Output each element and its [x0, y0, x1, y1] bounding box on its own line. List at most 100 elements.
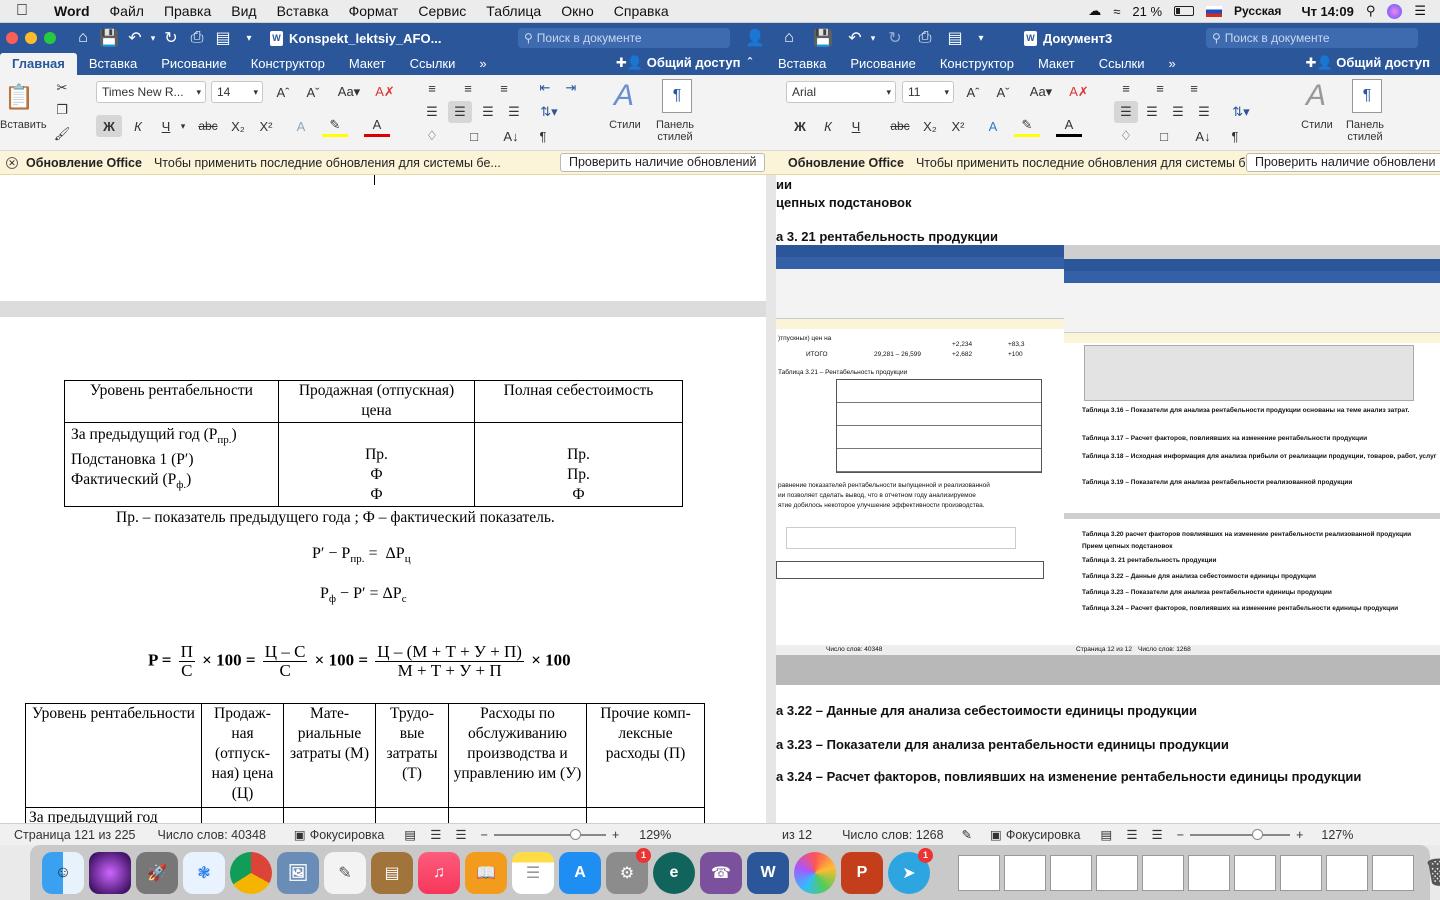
save-icon[interactable]: 💾 [810, 28, 836, 48]
bold-button[interactable]: Ж [96, 115, 122, 137]
viber-icon[interactable]: ☎ [700, 851, 742, 894]
focus-mode-icon[interactable]: ▣ [990, 827, 1002, 842]
subscript-button[interactable]: X₂ [918, 115, 942, 137]
telegram-icon[interactable]: ➤ 1 [888, 847, 933, 894]
print-layout-icon[interactable]: ▤ [404, 827, 416, 842]
styles-pane-label-2[interactable]: Панель стилей [1338, 119, 1392, 143]
minimized-window[interactable] [1050, 854, 1092, 891]
trash-icon[interactable]: 🗑 [1419, 852, 1440, 894]
tab-home[interactable]: Главная [0, 53, 77, 75]
minimized-window[interactable] [1372, 854, 1414, 891]
align-center-icon[interactable]: ☰ [448, 101, 472, 123]
minimized-window[interactable] [1188, 854, 1230, 891]
clear-formatting-icon[interactable]: A✗ [372, 81, 398, 103]
close-window-icon[interactable] [6, 32, 18, 44]
font-size-select-2[interactable]: 11 ▾ [902, 81, 954, 103]
focus-mode-label[interactable]: Фокусировка [310, 828, 385, 842]
tab-design-2[interactable]: Конструктор [928, 53, 1026, 75]
menu-file[interactable]: Файл [100, 3, 154, 19]
launchpad-icon[interactable]: 🚀 [136, 851, 178, 894]
search-icon[interactable]: ⚲ [1366, 3, 1376, 19]
minimized-window[interactable] [1142, 854, 1184, 891]
justify-icon[interactable]: ☰ [1192, 101, 1216, 123]
input-language[interactable]: Русская [1234, 4, 1281, 18]
align-right-icon[interactable]: ☰ [1166, 101, 1190, 123]
app-store-icon[interactable]: A [559, 851, 601, 894]
styles-pane-label[interactable]: Панель стилей [648, 119, 702, 143]
tab-insert[interactable]: Вставка [77, 53, 149, 75]
align-center-icon[interactable]: ☰ [1140, 101, 1164, 123]
cut-icon[interactable]: ✂ [52, 77, 72, 99]
zoom-slider-2[interactable] [1190, 828, 1291, 840]
minimized-window[interactable] [1280, 854, 1322, 891]
focus-mode-label-2[interactable]: Фокусировка [1006, 828, 1081, 842]
paste-icon[interactable]: 📋 [4, 81, 34, 113]
safari-icon[interactable]: ❃ [183, 851, 225, 894]
page-count-2[interactable]: из 12 [782, 828, 812, 842]
print-icon[interactable]: ⎙ [912, 29, 938, 47]
superscript-button[interactable]: X² [254, 115, 278, 137]
font-size-select[interactable]: 14 ▾ [211, 81, 263, 103]
document-search-2[interactable]: ⚲ Поиск в документе [1206, 28, 1418, 48]
minimized-window[interactable] [958, 854, 1000, 891]
dismiss-notification-icon[interactable]: ✕ [6, 156, 18, 169]
apple-icon[interactable]:  [0, 2, 44, 20]
document-search[interactable]: ⚲ Поиск в документе [518, 28, 730, 48]
menu-view[interactable]: Вид [221, 3, 266, 19]
zoom-out-icon[interactable]: − [481, 828, 488, 842]
zoom-out-icon[interactable]: − [1177, 828, 1184, 842]
numbering-icon[interactable]: ≡ [1148, 77, 1172, 99]
text-effects-icon[interactable]: A [980, 115, 1006, 137]
minimized-window[interactable] [1096, 854, 1138, 891]
highlight-icon[interactable]: ✎ [322, 115, 348, 137]
siri-icon[interactable] [1387, 3, 1403, 19]
word-dock-icon[interactable]: W [747, 851, 789, 894]
menu-window[interactable]: Окно [551, 3, 604, 19]
tab-insert-2[interactable]: Вставка [776, 53, 838, 75]
align-left-icon[interactable]: ☰ [1114, 101, 1138, 123]
shrink-font-icon[interactable]: Aˇ [990, 81, 1016, 103]
undo-icon[interactable]: ↶ [122, 28, 148, 48]
word-count-2[interactable]: Число слов: 1268 [842, 828, 943, 842]
zoom-in-icon[interactable]: + [1296, 828, 1303, 842]
clear-formatting-icon[interactable]: A✗ [1066, 81, 1092, 103]
shrink-font-icon[interactable]: Aˇ [300, 81, 326, 103]
print-icon[interactable]: ⎙ [184, 29, 210, 47]
font-name-select[interactable]: Times New R... ▾ [96, 81, 206, 103]
grow-font-icon[interactable]: Aˆ [270, 81, 296, 103]
borders-icon[interactable]: □ [1152, 125, 1176, 147]
multilevel-list-icon[interactable]: ≡ [492, 77, 516, 99]
line-spacing-icon[interactable]: ⇅▾ [1226, 101, 1256, 123]
tab-draw-2[interactable]: Рисование [838, 53, 927, 75]
sort-icon[interactable]: A↓ [1192, 125, 1214, 147]
powerpoint-dock-icon[interactable]: P [841, 851, 883, 894]
undo-dropdown-icon[interactable]: ▾ [148, 33, 158, 44]
more-tabs-icon[interactable]: » [1157, 53, 1188, 75]
multilevel-list-icon[interactable]: ≡ [1182, 77, 1206, 99]
justify-icon[interactable]: ☰ [502, 101, 526, 123]
styles-pane-icon[interactable]: ¶ [1352, 79, 1382, 113]
notebook-icon[interactable]: ▤ [371, 851, 413, 894]
finder-icon[interactable]: ☺ [42, 851, 84, 894]
maximize-window-icon[interactable] [44, 32, 56, 44]
align-right-icon[interactable]: ☰ [476, 101, 500, 123]
document-canvas[interactable]: Уровень рентабельности Продажная (отпуск… [0, 175, 776, 823]
chrome-icon[interactable] [230, 851, 272, 894]
books-icon[interactable]: 📖 [465, 851, 507, 894]
decrease-indent-icon[interactable]: ⇤ [534, 77, 556, 99]
photos-icon[interactable] [794, 851, 836, 894]
view-icon[interactable]: ▤ [210, 28, 236, 48]
superscript-button[interactable]: X² [946, 115, 970, 137]
customize-toolbar-icon[interactable]: ▾ [968, 33, 994, 44]
zoom-slider[interactable] [493, 828, 606, 840]
menu-format[interactable]: Формат [339, 3, 409, 19]
battery-icon[interactable] [1174, 6, 1195, 16]
outline-view-icon[interactable]: ☰ [430, 827, 441, 842]
check-updates-button[interactable]: Проверить наличие обновлений [560, 153, 766, 172]
bullets-icon[interactable]: ≡ [420, 77, 444, 99]
shading-icon[interactable]: ♢ [420, 125, 444, 147]
grapher-icon[interactable]: ✎ [324, 851, 366, 894]
text-effects-icon[interactable]: A [288, 115, 314, 137]
underline-button[interactable]: Ч [154, 115, 178, 137]
strikethrough-button[interactable]: abc [194, 115, 222, 137]
